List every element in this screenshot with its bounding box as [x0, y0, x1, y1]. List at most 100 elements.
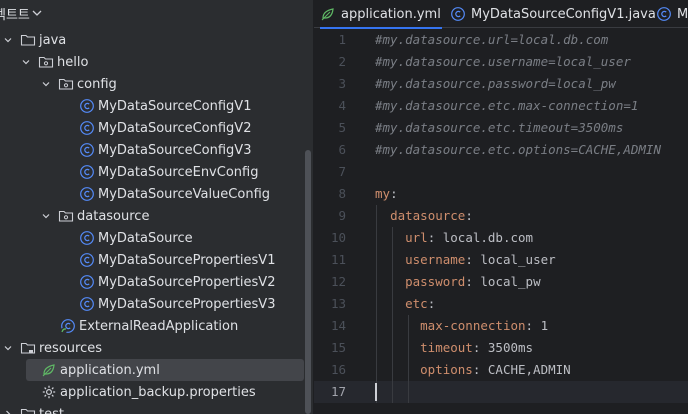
- yaml-colon: :: [427, 230, 436, 245]
- line-number: 16: [330, 362, 346, 377]
- line-number: 3: [338, 76, 346, 91]
- line-number: 5: [338, 120, 346, 135]
- yaml-value: 3500ms: [487, 340, 534, 355]
- tree-item-mydatasourceconfigv3[interactable]: MyDataSourceConfigV3: [0, 139, 313, 161]
- class-icon: [79, 252, 95, 268]
- chevron-down-icon[interactable]: [40, 78, 52, 90]
- tree-item-application-backup-properties[interactable]: application_backup.properties: [0, 381, 313, 403]
- yaml-value: local.db.com: [442, 230, 534, 245]
- line-number: 7: [338, 164, 346, 179]
- chevron-down-icon[interactable]: [30, 6, 44, 20]
- line-number: 14: [330, 318, 346, 333]
- tree-item-label: datasource: [77, 208, 150, 224]
- project-panel-title[interactable]: 젝트트: [0, 4, 30, 23]
- tree-item-label: test: [39, 406, 64, 414]
- chevron-right-icon[interactable]: [2, 408, 14, 414]
- editor-tab-bar: application.yml MyDataSourceConfigV1.java…: [314, 0, 688, 29]
- yaml-key: max-connection: [420, 318, 526, 333]
- yaml-colon: :: [427, 296, 436, 311]
- code-line: #my.datasource.etc.max-connection=1: [375, 95, 638, 117]
- tree-item-label: application.yml: [60, 362, 160, 378]
- code-line: password: local_pw: [375, 271, 541, 293]
- yaml-key: username: [405, 252, 466, 267]
- tab-label: My: [677, 6, 688, 22]
- tab-mydatasourceconfigv1-java[interactable]: MyDataSourceConfigV1.java: [450, 0, 656, 28]
- folder-icon: [20, 406, 36, 414]
- code-line: etc:: [375, 293, 435, 315]
- yaml-colon: :: [465, 274, 473, 289]
- class-icon: [79, 186, 95, 202]
- tree-item-config[interactable]: config: [0, 73, 313, 95]
- tab-my[interactable]: My: [656, 0, 688, 28]
- yaml-comment: #my.datasource.url=local.db.com: [375, 32, 609, 47]
- chevron-down-icon[interactable]: [2, 34, 14, 46]
- tree-item-resources[interactable]: resources: [0, 337, 313, 359]
- indent-guide: [392, 227, 393, 403]
- tree-item-mydatasourcevalueconfig[interactable]: MyDataSourceValueConfig: [0, 183, 313, 205]
- code-line: url: local.db.com: [375, 227, 533, 249]
- yaml-value: CACHE,ADMIN: [487, 362, 571, 377]
- tree-item-label: config: [77, 76, 117, 92]
- tree-item-test[interactable]: test: [0, 403, 313, 414]
- class-icon: [79, 120, 95, 136]
- project-panel-header: 젝트트: [0, 0, 313, 28]
- tab-label: application.yml: [341, 6, 441, 22]
- project-panel: 젝트트 java hello config MyDataSourceConfigV1 M…: [0, 0, 313, 414]
- tree-item-label: MyDataSourceValueConfig: [98, 186, 271, 202]
- code-line: max-connection: 1: [375, 315, 548, 337]
- code-line: datasource:: [375, 205, 473, 227]
- tree-item-mydatasourcepropertiesv3[interactable]: MyDataSourcePropertiesV3: [0, 293, 313, 315]
- chevron-down-icon[interactable]: [40, 210, 52, 222]
- tree-item-hello[interactable]: hello: [0, 51, 313, 73]
- line-number: 13: [330, 296, 346, 311]
- yaml-key: url: [405, 230, 428, 245]
- package-icon: [38, 54, 54, 70]
- code-line: my:: [375, 183, 398, 205]
- tree-item-mydatasourceconfigv1[interactable]: MyDataSourceConfigV1: [0, 95, 313, 117]
- code-line: timeout: 3500ms: [375, 337, 533, 359]
- chevron-down-icon[interactable]: [20, 56, 32, 68]
- tree-item-mydatasourcepropertiesv1[interactable]: MyDataSourcePropertiesV1: [0, 249, 313, 271]
- yaml-key: options: [420, 362, 473, 377]
- yaml-comment: #my.datasource.password=local_pw: [375, 76, 616, 91]
- line-number: 10: [330, 230, 346, 245]
- project-scrollbar[interactable]: [305, 150, 311, 414]
- code-line: #my.datasource.password=local_pw: [375, 73, 616, 95]
- code-line: #my.datasource.etc.timeout=3500ms: [375, 117, 623, 139]
- class-icon: [79, 296, 95, 312]
- class-icon: [79, 98, 95, 114]
- yaml-value: local_pw: [480, 274, 541, 289]
- class-icon: [79, 274, 95, 290]
- class-icon: [79, 142, 95, 158]
- code-line: #my.datasource.etc.options=CACHE,ADMIN: [375, 139, 661, 161]
- tree-item-externalreadapplication[interactable]: ExternalReadApplication: [0, 315, 313, 337]
- tab-application-yml[interactable]: application.yml: [320, 0, 442, 29]
- yaml-colon: :: [465, 252, 473, 267]
- line-number: 1: [338, 32, 346, 47]
- class-icon: [450, 6, 466, 22]
- chevron-down-icon[interactable]: [2, 342, 14, 354]
- line-number: 11: [330, 252, 346, 267]
- class-icon: [79, 164, 95, 180]
- class-icon: [656, 6, 672, 22]
- line-number: 17: [330, 384, 346, 399]
- tree-item-java[interactable]: java: [0, 29, 313, 51]
- tree-item-mydatasource[interactable]: MyDataSource: [0, 227, 313, 249]
- yaml-key: etc: [405, 296, 428, 311]
- tree-item-label: MyDataSource: [98, 230, 193, 246]
- tree-item-datasource[interactable]: datasource: [0, 205, 313, 227]
- folder-icon: [20, 32, 36, 48]
- tree-item-application-yml[interactable]: application.yml: [0, 359, 313, 381]
- yaml-comment: #my.datasource.username=local_user: [375, 54, 631, 69]
- yaml-key: password: [405, 274, 466, 289]
- tree-item-mydatasourcepropertiesv2[interactable]: MyDataSourcePropertiesV2: [0, 271, 313, 293]
- code-line: username: local_user: [375, 249, 556, 271]
- tree-item-label: resources: [39, 340, 103, 356]
- tree-item-label: MyDataSourcePropertiesV2: [98, 274, 276, 290]
- line-number: 8: [338, 186, 346, 201]
- tree-item-mydatasourceconfigv2[interactable]: MyDataSourceConfigV2: [0, 117, 313, 139]
- yaml-colon: :: [472, 362, 481, 377]
- tree-item-label: ExternalReadApplication: [79, 318, 239, 334]
- code-line: #my.datasource.username=local_user: [375, 51, 631, 73]
- tree-item-mydatasourceenvconfig[interactable]: MyDataSourceEnvConfig: [0, 161, 313, 183]
